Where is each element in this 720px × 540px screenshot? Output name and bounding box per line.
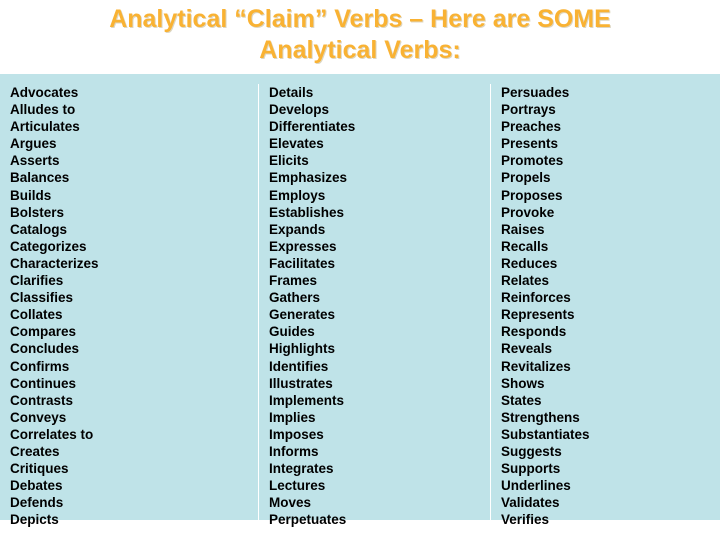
list-item: Critiques <box>10 461 69 477</box>
list-item: Balances <box>10 170 70 186</box>
list-item: Represents <box>501 307 575 323</box>
verb-column-3: Persuades Portrays Preaches Presents Pro… <box>490 84 720 527</box>
list-item: Develops <box>269 102 330 118</box>
list-item: Identifies <box>269 358 329 374</box>
list-item: Illustrates <box>269 375 333 391</box>
list-item: Strengthens <box>501 409 580 425</box>
list-item: Reduces <box>501 255 558 271</box>
list-item: Informs <box>269 443 319 459</box>
list-item: Frames <box>269 273 318 289</box>
list-item: Lectures <box>269 478 326 494</box>
list-item: Verifies <box>501 512 550 528</box>
list-item: Alludes to <box>10 102 76 118</box>
list-item: Facilitates <box>269 255 336 271</box>
list-item: Reveals <box>501 341 553 357</box>
list-item: Preaches <box>501 119 562 135</box>
list-item: Concludes <box>10 341 80 357</box>
list-item: Argues <box>10 136 57 152</box>
list-item: Generates <box>269 307 336 323</box>
list-item: Moves <box>269 495 312 511</box>
list-item: Expands <box>269 221 326 237</box>
list-item: Responds <box>501 324 567 340</box>
list-item: Characterizes <box>10 255 99 271</box>
list-item: Continues <box>10 375 76 391</box>
list-item: Presents <box>501 136 559 152</box>
verb-list-1: Advocates Alludes to Articulates Argues … <box>10 84 258 528</box>
list-item: Asserts <box>10 153 60 169</box>
list-item: Highlights <box>269 341 335 357</box>
list-item: Raises <box>501 221 545 237</box>
list-item: Details <box>269 85 314 100</box>
slide: Analytical “Claim” Verbs – Here are SOME… <box>0 0 720 540</box>
title-line1-emphasis: SOME <box>537 5 611 33</box>
list-item: Validates <box>501 495 560 511</box>
list-item: Differentiates <box>269 119 356 135</box>
list-item: Defends <box>10 495 64 511</box>
list-item: Advocates <box>10 85 79 100</box>
list-item: Debates <box>10 478 63 494</box>
list-item: States <box>501 392 542 408</box>
list-item: Promotes <box>501 153 564 169</box>
list-item: Implies <box>269 409 316 425</box>
list-item: Shows <box>501 375 545 391</box>
list-item: Contrasts <box>10 392 74 408</box>
list-item: Elicits <box>269 153 309 169</box>
list-item: Correlates to <box>10 426 94 442</box>
title-line2: Analytical Verbs: <box>259 36 461 64</box>
list-item: Builds <box>10 187 52 203</box>
list-item: Creates <box>10 443 60 459</box>
title-line1-part1: Analytical “Claim” Verbs – Here are <box>109 5 538 33</box>
list-item: Propels <box>501 170 551 186</box>
verb-list-3: Persuades Portrays Preaches Presents Pro… <box>501 84 720 528</box>
list-item: Clarifies <box>10 273 64 289</box>
list-item: Emphasizes <box>269 170 348 186</box>
list-item: Imposes <box>269 426 324 442</box>
list-item: Expresses <box>269 238 337 254</box>
list-item: Bolsters <box>10 204 65 220</box>
list-item: Revitalizes <box>501 358 571 374</box>
list-item: Persuades <box>501 85 570 100</box>
list-item: Articulates <box>10 119 80 135</box>
list-item: Guides <box>269 324 315 340</box>
list-item: Confirms <box>10 358 70 374</box>
verb-columns: Advocates Alludes to Articulates Argues … <box>0 74 720 527</box>
list-item: Catalogs <box>10 221 68 237</box>
list-item: Elevates <box>269 136 324 152</box>
list-item: Employs <box>269 187 326 203</box>
list-item: Provoke <box>501 204 555 220</box>
list-item: Collates <box>10 307 63 323</box>
list-item: Proposes <box>501 187 563 203</box>
list-item: Implements <box>269 392 345 408</box>
list-item: Perpetuates <box>269 512 347 528</box>
verb-list-2: Details Develops Differentiates Elevates… <box>269 84 490 528</box>
verb-column-2: Details Develops Differentiates Elevates… <box>258 84 490 527</box>
list-item: Portrays <box>501 102 556 118</box>
list-item: Conveys <box>10 409 67 425</box>
list-item: Classifies <box>10 290 74 306</box>
list-item: Relates <box>501 273 550 289</box>
list-item: Gathers <box>269 290 321 306</box>
list-item: Establishes <box>269 204 345 220</box>
list-item: Underlines <box>501 478 571 494</box>
list-item: Suggests <box>501 443 562 459</box>
list-item: Substantiates <box>501 426 590 442</box>
list-item: Integrates <box>269 461 334 477</box>
verb-column-1: Advocates Alludes to Articulates Argues … <box>0 84 258 527</box>
list-item: Recalls <box>501 238 549 254</box>
list-item: Supports <box>501 461 561 477</box>
list-item: Categorizes <box>10 238 87 254</box>
list-item: Reinforces <box>501 290 571 306</box>
list-item: Depicts <box>10 512 59 528</box>
list-item: Compares <box>10 324 77 340</box>
page-title: Analytical “Claim” Verbs – Here are SOME… <box>18 4 702 66</box>
